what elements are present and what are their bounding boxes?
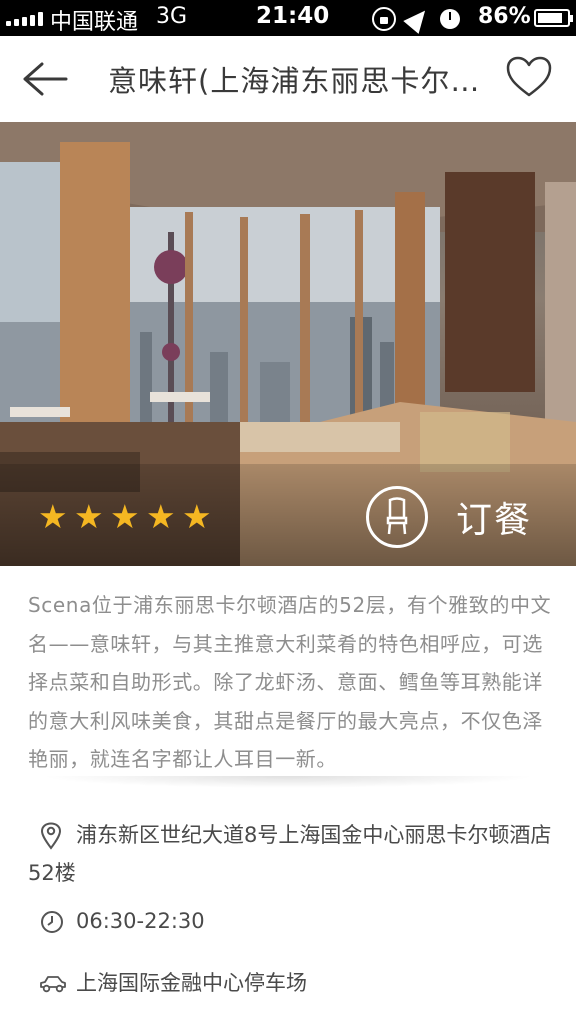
hours-row: 06:30-22:30 [28,902,558,940]
restaurant-photo: ★ ★ ★ ★ ★ 订餐 [0,122,576,566]
battery-icon [534,9,573,27]
clock-time: 21:40 [256,3,330,29]
location-pin-icon [40,822,62,850]
carrier-name: 中国联通 [50,10,139,35]
header-scallop-edge [0,112,576,130]
rotation-lock-icon [372,7,396,31]
signal-icon [6,12,44,26]
address-text: 浦东新区世纪大道8号上海国金中心丽思卡尔顿酒店52楼 [28,823,552,885]
divider [40,776,536,788]
detail-panel: Scena位于浦东丽思卡尔顿酒店的52层，有个雅致的中文名——意味轩，与其主推意… [0,566,576,1024]
battery-percent: 86% [478,4,531,29]
clock-icon [41,911,63,933]
back-arrow-icon[interactable] [22,62,68,96]
restaurant-description: Scena位于浦东丽思卡尔顿酒店的52层，有个雅致的中文名——意味轩，与其主推意… [28,593,552,771]
star-icon: ★ [110,497,140,536]
star-icon: ★ [38,497,68,536]
address-row[interactable]: 浦东新区世纪大道8号上海国金中心丽思卡尔顿酒店52楼 [28,816,558,892]
location-arrow-icon [403,4,433,34]
status-icons [372,4,460,34]
car-icon [40,976,66,993]
star-icon: ★ [182,497,212,536]
parking-row[interactable]: 上海国际金融中心停车场 [28,964,558,1002]
alarm-icon [440,9,460,29]
rating-stars: ★ ★ ★ ★ ★ [38,497,212,536]
parking-text: 上海国际金融中心停车场 [76,971,307,995]
page-title: 意味轩(上海浦东丽思卡尔顿酒店) [108,64,488,98]
star-icon: ★ [146,497,176,536]
star-icon: ★ [74,497,104,536]
hours-text: 06:30-22:30 [76,909,205,933]
chair-icon [366,486,428,548]
heart-icon[interactable] [506,56,552,98]
order-button[interactable]: 订餐 [366,486,532,548]
order-label: 订餐 [456,500,533,541]
screen: 中国联通 3G 21:40 86% 意味轩(上海浦东丽思卡尔顿酒店) [0,0,576,1024]
status-bar: 中国联通 3G 21:40 86% [0,0,576,36]
network-type: 3G [156,4,188,29]
